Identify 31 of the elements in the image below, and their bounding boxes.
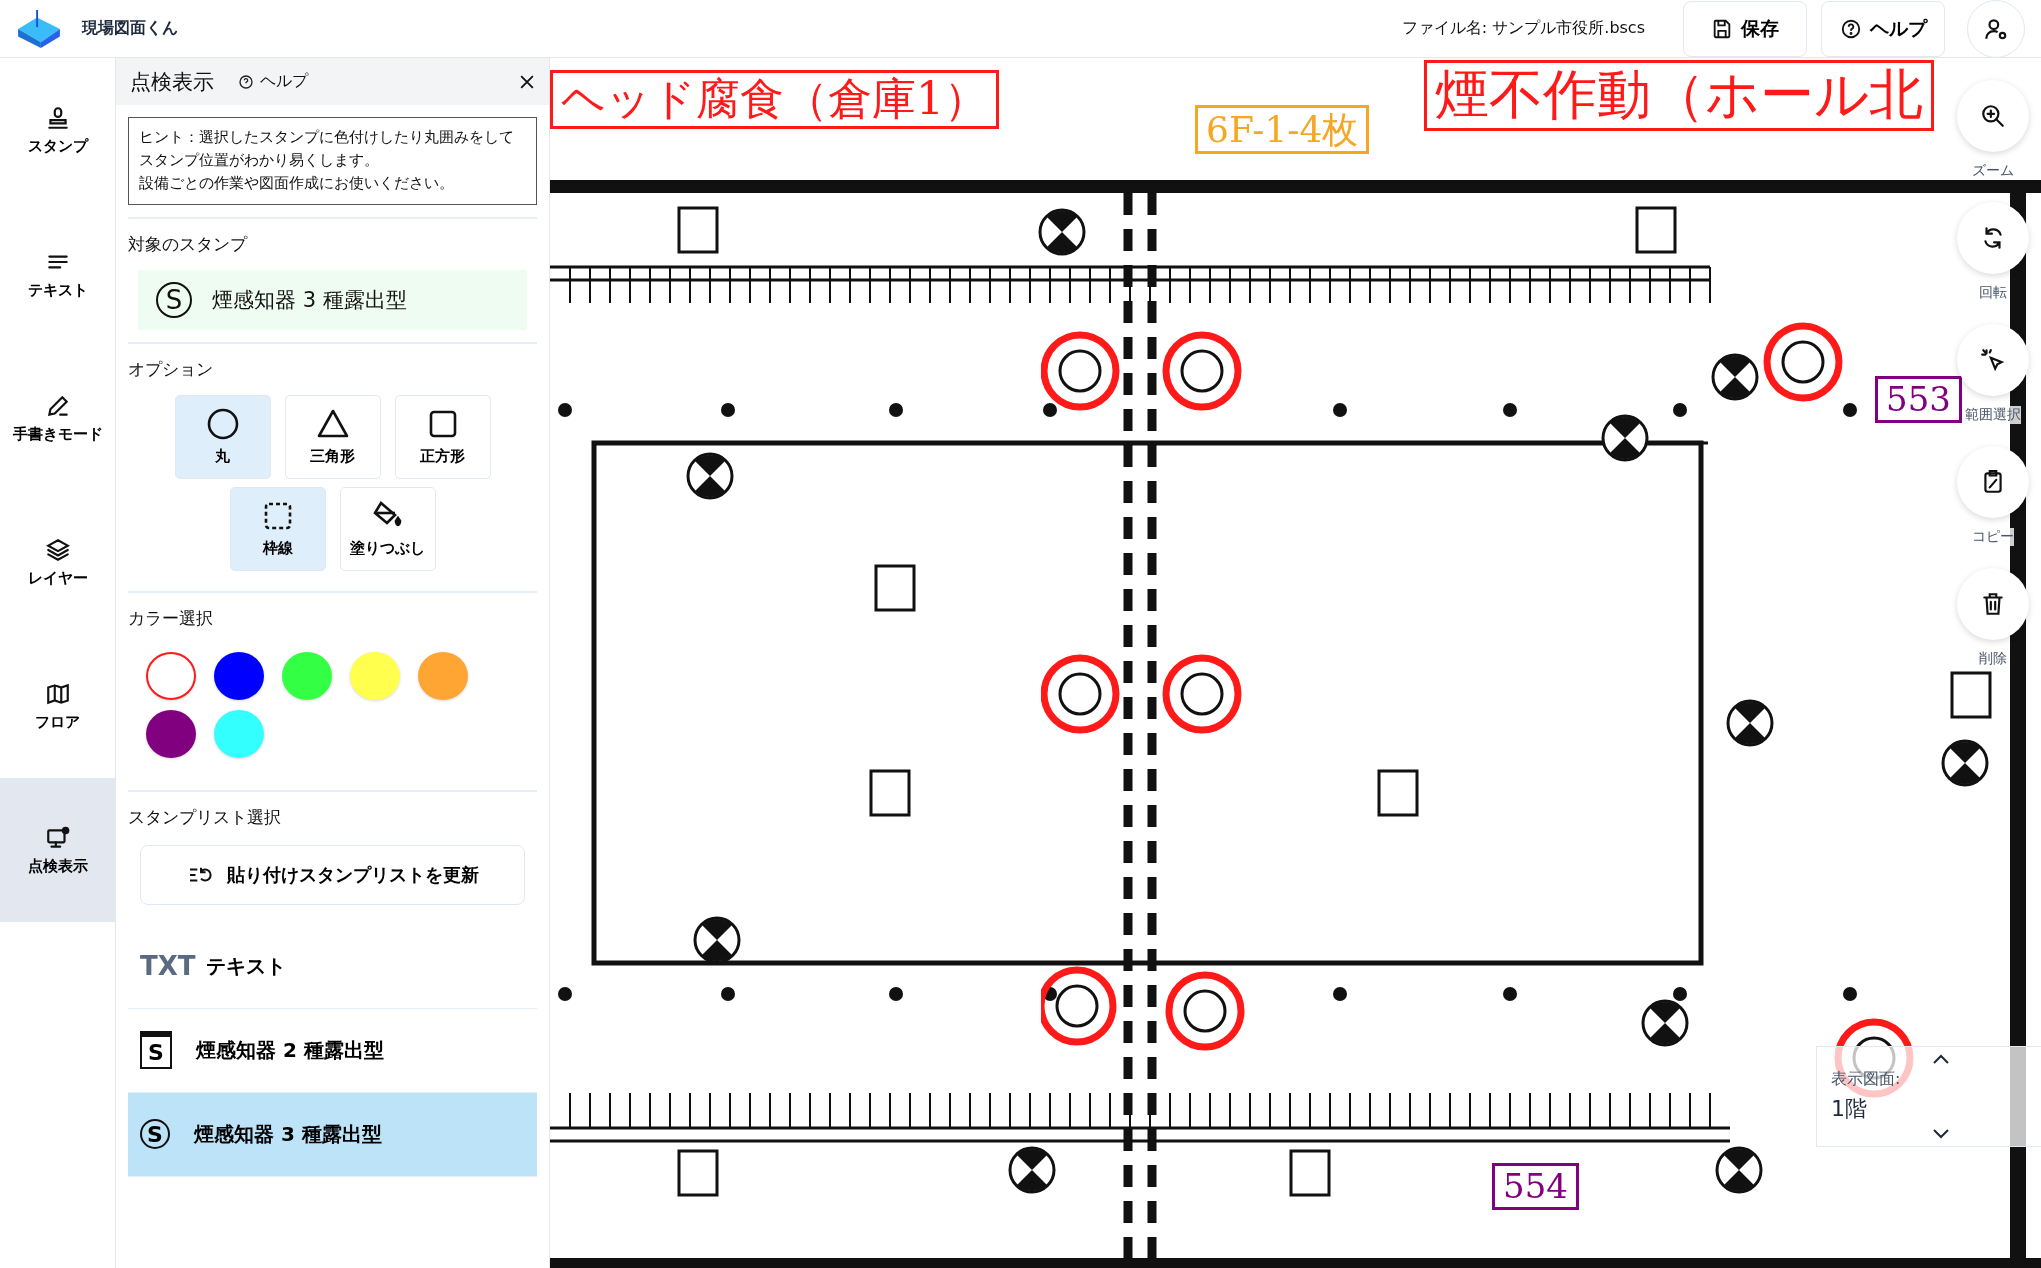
panel-title: 点検表示: [130, 68, 214, 96]
stamp-list-item[interactable]: S 煙感知器 3 種露出型: [128, 1092, 537, 1177]
hint-text: 設備ごとの作業や図面作成にお使いください。: [139, 174, 455, 194]
tool-label: コピー: [1972, 528, 2014, 546]
annotation-label[interactable]: 554: [1492, 1163, 1579, 1210]
section-label: スタンプリスト選択: [128, 805, 282, 829]
style-option[interactable]: 塗りつぶし: [339, 486, 436, 571]
annotation-label[interactable]: ヘッド腐食（倉庫1）: [550, 70, 999, 129]
section-label: カラー選択: [128, 606, 214, 630]
annotation-label[interactable]: 553: [1875, 376, 1962, 423]
annotation-label[interactable]: 煙不作動（ホール北: [1424, 60, 1934, 131]
shape-option[interactable]: 三角形: [284, 394, 381, 479]
shape-option[interactable]: 丸: [174, 394, 271, 479]
app-title: 現場図面くん: [82, 18, 178, 39]
tool-label: 範囲選択: [1965, 406, 2021, 424]
rail-item[interactable]: 点検表示: [0, 778, 115, 922]
style-option[interactable]: 枠線: [229, 486, 326, 571]
help-button[interactable]: ヘルプ: [1821, 0, 1945, 57]
section-label: オプション: [128, 357, 214, 381]
update-stamp-list-button[interactable]: 貼り付けスタンプリストを更新: [140, 844, 525, 905]
floor-selector[interactable]: 表示図面: 1階: [1816, 1046, 2041, 1147]
save-button[interactable]: 保存: [1683, 0, 1807, 57]
tool-label: 回転: [1979, 284, 2007, 302]
file-name: ファイル名: サンプル市役所.bscs: [1401, 18, 1645, 39]
help-link[interactable]: ヘルプ: [238, 71, 308, 92]
section-label: 対象のスタンプ: [128, 232, 249, 256]
tool-label: 削除: [1979, 650, 2007, 668]
shape-option[interactable]: 正方形: [394, 394, 491, 479]
target-stamp: S 煙感知器 3 種露出型: [138, 269, 527, 330]
hint-text: ヒント：選択したスタンプに色付けしたり丸囲みをしてスタンプ位置がわかり易くします。: [139, 128, 515, 171]
stamp-symbol: S: [156, 281, 192, 318]
